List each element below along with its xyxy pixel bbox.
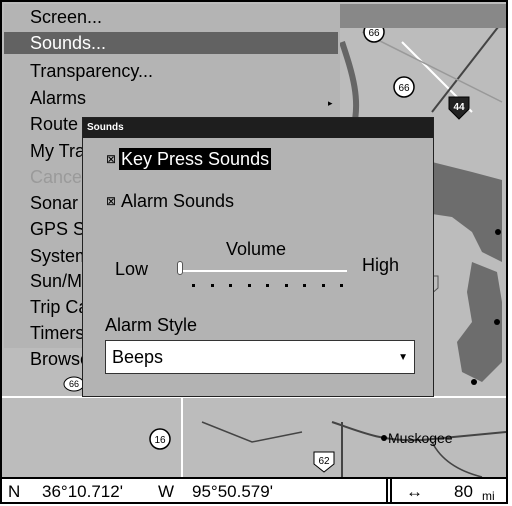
city-marker <box>381 435 387 441</box>
volume-high-label: High <box>362 255 400 275</box>
dialog-title: Sounds <box>83 118 433 138</box>
volume-slider-handle[interactable] <box>177 261 183 275</box>
gps-screen: 66 66 44 16 62 69 <box>0 0 512 506</box>
alarm-sounds-label[interactable]: Alarm Sounds <box>121 190 234 212</box>
status-bar: N 36°10.712' W 95°50.579' ↔ 80 mi <box>2 477 506 503</box>
alarm-sounds-checkbox[interactable]: ⊠ <box>104 194 118 208</box>
volume-tick <box>192 284 195 287</box>
submenu-arrow-icon: ▸ <box>328 98 333 108</box>
volume-tick <box>266 284 269 287</box>
waypoint-dot <box>495 229 501 235</box>
svg-text:62: 62 <box>318 456 330 467</box>
display-frame: 66 66 44 16 62 69 <box>0 0 508 504</box>
latitude-value: 36°10.712' <box>42 482 123 501</box>
volume-tick <box>285 284 288 287</box>
distance-units: mi <box>482 489 495 503</box>
alarm-style-dropdown[interactable]: Beeps ▼ <box>105 340 415 374</box>
distance-arrow-icon: ↔ <box>406 482 423 501</box>
volume-slider-track[interactable] <box>177 270 347 272</box>
volume-tick <box>322 284 325 287</box>
status-divider <box>386 479 388 502</box>
alarm-style-value: Beeps <box>112 347 164 367</box>
city-label-muskogee: Muskogee <box>388 430 453 446</box>
menu-item-screen[interactable]: Screen... <box>30 6 102 28</box>
volume-tick <box>229 284 232 287</box>
volume-label: Volume <box>226 239 287 259</box>
longitude-value: 95°50.579' <box>192 482 273 501</box>
waypoint-dot <box>471 379 477 385</box>
volume-tick <box>340 284 343 287</box>
svg-text:66: 66 <box>398 83 410 94</box>
svg-text:44: 44 <box>453 102 465 113</box>
menu-item-transparency[interactable]: Transparency... <box>30 60 153 82</box>
volume-low-label: Low <box>115 259 149 279</box>
alarm-style-label: Alarm Style <box>105 315 198 335</box>
route-shield-66: 66 <box>393 76 415 98</box>
distance-value: 80 <box>454 482 473 501</box>
longitude-hemisphere: W <box>158 482 175 501</box>
route-shield-16: 16 <box>149 428 171 450</box>
key-press-sounds-label[interactable]: Key Press Sounds <box>119 148 272 170</box>
status-divider <box>390 479 392 502</box>
menu-item-timers[interactable]: Timers <box>30 322 84 344</box>
route-shield-66: 66 <box>63 376 85 392</box>
svg-text:16: 16 <box>154 435 166 446</box>
menu-item-route[interactable]: Route <box>30 113 78 135</box>
sounds-dialog: Sounds ⊠ Key Press Sounds ⊠ Alarm Sounds… <box>82 117 434 397</box>
volume-tick <box>211 284 214 287</box>
latitude-hemisphere: N <box>8 482 21 501</box>
volume-tick <box>248 284 251 287</box>
menu-title-bar <box>338 4 506 28</box>
menu-item-alarms[interactable]: Alarms <box>30 87 86 109</box>
volume-tick <box>303 284 306 287</box>
waypoint-dot <box>494 319 500 325</box>
svg-text:66: 66 <box>69 379 79 389</box>
key-press-sounds-checkbox[interactable]: ⊠ <box>104 152 118 166</box>
menu-item-sounds[interactable]: Sounds... <box>4 32 338 54</box>
svg-text:66: 66 <box>368 28 380 39</box>
dropdown-arrow-icon[interactable]: ▼ <box>398 353 408 363</box>
